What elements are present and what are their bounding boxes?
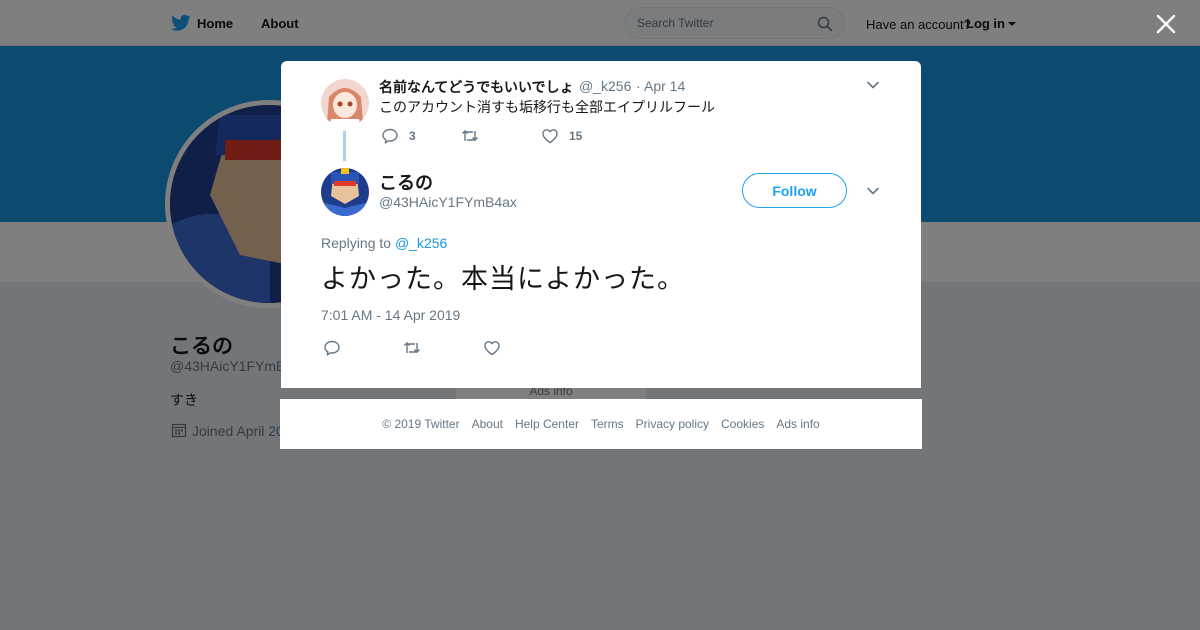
site-footer: © 2019 Twitter About Help Center Terms P…	[280, 399, 922, 449]
main-tweet-avatar[interactable]	[321, 168, 369, 216]
footer-link-cookies[interactable]: Cookies	[721, 417, 764, 431]
footer-link-about[interactable]: About	[472, 417, 503, 431]
replying-to-prefix: Replying to	[321, 235, 392, 251]
parent-tweet-avatar[interactable]	[321, 79, 369, 127]
chevron-down-icon[interactable]	[866, 184, 880, 198]
main-reply-button[interactable]	[323, 339, 341, 357]
tweet-modal: 名前なんてどうでもいいでしょ @_k256 · Apr 14 このアカウント消す…	[281, 61, 921, 388]
main-tweet-author-handle[interactable]: @43HAicY1FYmB4ax	[379, 194, 517, 210]
like-icon	[542, 129, 558, 144]
follow-button[interactable]: Follow	[742, 173, 847, 208]
close-icon[interactable]	[1155, 13, 1177, 35]
reply-count: 3	[409, 129, 416, 143]
like-icon	[484, 341, 500, 356]
parent-tweet-author-handle[interactable]: @_k256	[579, 78, 631, 94]
chevron-down-icon[interactable]	[866, 78, 880, 92]
retweet-icon	[462, 130, 478, 141]
footer-link-terms[interactable]: Terms	[591, 417, 624, 431]
footer-copyright: © 2019 Twitter	[382, 417, 460, 431]
parent-like-button[interactable]: 15	[541, 127, 582, 145]
retweet-icon	[404, 342, 420, 353]
like-count: 15	[569, 129, 583, 143]
reply-icon	[324, 340, 340, 356]
main-like-button[interactable]	[483, 339, 501, 357]
separator-dot: ·	[636, 78, 641, 94]
parent-tweet-author-name[interactable]: 名前なんてどうでもいいでしょ	[379, 77, 574, 97]
reply-icon	[382, 128, 398, 144]
parent-avatar-illustration	[321, 79, 369, 127]
parent-retweet-button[interactable]	[461, 127, 479, 145]
tweet-timestamp[interactable]: 7:01 AM - 14 Apr 2019	[321, 307, 460, 323]
parent-tweet-date[interactable]: Apr 14	[644, 78, 685, 94]
footer-link-privacy-policy[interactable]: Privacy policy	[636, 417, 709, 431]
main-avatar-illustration	[321, 168, 369, 216]
main-tweet-author-name[interactable]: こるの	[379, 169, 433, 195]
replying-to-line: Replying to @_k256	[321, 235, 447, 251]
main-tweet-text: よかった。本当によかった。	[321, 264, 685, 294]
replying-to-handle-link[interactable]: @_k256	[395, 235, 447, 251]
footer-link-help-center[interactable]: Help Center	[515, 417, 579, 431]
parent-tweet-text: このアカウント消すも垢移行も全部エイプリルフール	[379, 99, 715, 115]
footer-link-ads-info[interactable]: Ads info	[776, 417, 819, 431]
main-retweet-button[interactable]	[403, 339, 421, 357]
parent-reply-button[interactable]: 3	[381, 127, 416, 145]
thread-connector-line	[343, 131, 346, 161]
